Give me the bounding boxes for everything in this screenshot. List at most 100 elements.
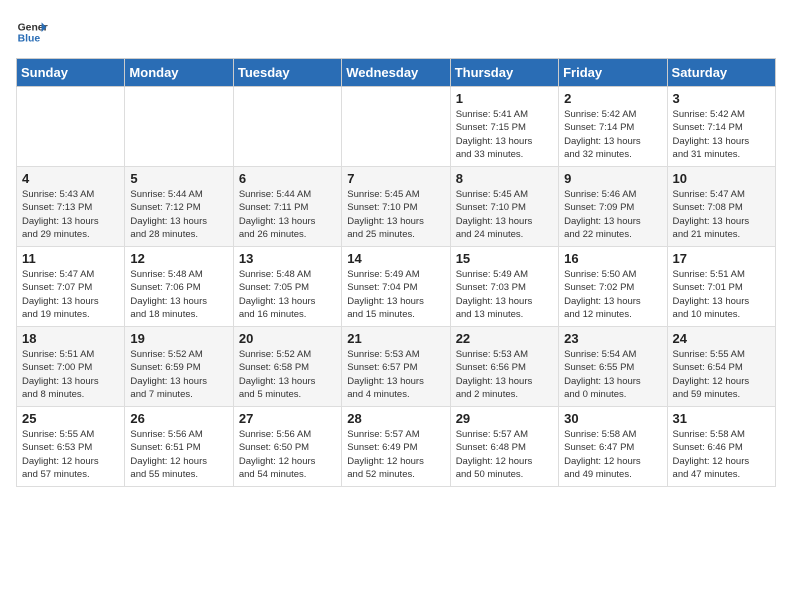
calendar-cell: 2Sunrise: 5:42 AM Sunset: 7:14 PM Daylig… — [559, 87, 667, 167]
day-info: Sunrise: 5:55 AM Sunset: 6:53 PM Dayligh… — [22, 428, 119, 481]
weekday-header-sunday: Sunday — [17, 59, 125, 87]
calendar-cell: 13Sunrise: 5:48 AM Sunset: 7:05 PM Dayli… — [233, 247, 341, 327]
day-number: 29 — [456, 411, 553, 426]
day-info: Sunrise: 5:44 AM Sunset: 7:12 PM Dayligh… — [130, 188, 227, 241]
day-info: Sunrise: 5:45 AM Sunset: 7:10 PM Dayligh… — [347, 188, 444, 241]
day-number: 1 — [456, 91, 553, 106]
calendar-cell: 26Sunrise: 5:56 AM Sunset: 6:51 PM Dayli… — [125, 407, 233, 487]
day-number: 8 — [456, 171, 553, 186]
calendar-cell: 10 Sunrise: 5:47 AM Sunset: 7:08 PM Dayli… — [667, 167, 775, 247]
day-info: Sunrise: 5:53 AM Sunset: 6:56 PM Dayligh… — [456, 348, 553, 401]
day-number: 11 — [22, 251, 119, 266]
weekday-header-tuesday: Tuesday — [233, 59, 341, 87]
weekday-header-wednesday: Wednesday — [342, 59, 450, 87]
calendar-cell: 9 Sunrise: 5:46 AM Sunset: 7:09 PM Daylig… — [559, 167, 667, 247]
day-number: 22 — [456, 331, 553, 346]
day-number: 26 — [130, 411, 227, 426]
calendar-cell: 24Sunrise: 5:55 AM Sunset: 6:54 PM Dayli… — [667, 327, 775, 407]
day-number: 4 — [22, 171, 119, 186]
calendar-cell: 3 Sunrise: 5:42 AM Sunset: 7:14 PM Daylig… — [667, 87, 775, 167]
calendar-cell: 30 Sunrise: 5:58 AM Sunset: 6:47 PM Dayli… — [559, 407, 667, 487]
calendar-cell: 31 Sunrise: 5:58 AM Sunset: 6:46 PM Dayli… — [667, 407, 775, 487]
calendar-cell: 21 Sunrise: 5:53 AM Sunset: 6:57 PM Dayli… — [342, 327, 450, 407]
day-number: 31 — [673, 411, 770, 426]
calendar-cell: 18 Sunrise: 5:51 AM Sunset: 7:00 PM Dayli… — [17, 327, 125, 407]
day-number: 20 — [239, 331, 336, 346]
day-number: 27 — [239, 411, 336, 426]
day-info: Sunrise: 5:49 AM Sunset: 7:04 PM Dayligh… — [347, 268, 444, 321]
day-number: 30 — [564, 411, 661, 426]
day-number: 18 — [22, 331, 119, 346]
page-header: General Blue — [16, 16, 776, 48]
calendar-week-2: 4 Sunrise: 5:43 AM Sunset: 7:13 PM Daylig… — [17, 167, 776, 247]
day-info: Sunrise: 5:48 AM Sunset: 7:06 PM Dayligh… — [130, 268, 227, 321]
day-info: Sunrise: 5:52 AM Sunset: 6:58 PM Dayligh… — [239, 348, 336, 401]
day-info: Sunrise: 5:50 AM Sunset: 7:02 PM Dayligh… — [564, 268, 661, 321]
day-info: Sunrise: 5:57 AM Sunset: 6:49 PM Dayligh… — [347, 428, 444, 481]
calendar-cell — [342, 87, 450, 167]
calendar-cell: 27 Sunrise: 5:56 AM Sunset: 6:50 PM Dayli… — [233, 407, 341, 487]
calendar-cell: 28 Sunrise: 5:57 AM Sunset: 6:49 PM Dayli… — [342, 407, 450, 487]
day-info: Sunrise: 5:42 AM Sunset: 7:14 PM Dayligh… — [673, 108, 770, 161]
day-info: Sunrise: 5:46 AM Sunset: 7:09 PM Dayligh… — [564, 188, 661, 241]
day-info: Sunrise: 5:51 AM Sunset: 7:00 PM Dayligh… — [22, 348, 119, 401]
day-info: Sunrise: 5:53 AM Sunset: 6:57 PM Dayligh… — [347, 348, 444, 401]
calendar-week-3: 11 Sunrise: 5:47 AM Sunset: 7:07 PM Dayli… — [17, 247, 776, 327]
calendar-cell: 20 Sunrise: 5:52 AM Sunset: 6:58 PM Dayli… — [233, 327, 341, 407]
calendar-cell: 7Sunrise: 5:45 AM Sunset: 7:10 PM Daylig… — [342, 167, 450, 247]
day-number: 2 — [564, 91, 661, 106]
calendar-cell: 6 Sunrise: 5:44 AM Sunset: 7:11 PM Daylig… — [233, 167, 341, 247]
logo-icon: General Blue — [16, 16, 48, 48]
day-info: Sunrise: 5:54 AM Sunset: 6:55 PM Dayligh… — [564, 348, 661, 401]
day-number: 15 — [456, 251, 553, 266]
day-info: Sunrise: 5:44 AM Sunset: 7:11 PM Dayligh… — [239, 188, 336, 241]
calendar-cell — [233, 87, 341, 167]
day-info: Sunrise: 5:55 AM Sunset: 6:54 PM Dayligh… — [673, 348, 770, 401]
day-info: Sunrise: 5:47 AM Sunset: 7:08 PM Dayligh… — [673, 188, 770, 241]
day-info: Sunrise: 5:45 AM Sunset: 7:10 PM Dayligh… — [456, 188, 553, 241]
calendar-week-5: 25Sunrise: 5:55 AM Sunset: 6:53 PM Dayli… — [17, 407, 776, 487]
calendar-cell: 29 Sunrise: 5:57 AM Sunset: 6:48 PM Dayli… — [450, 407, 558, 487]
calendar-table: SundayMondayTuesdayWednesdayThursdayFrid… — [16, 58, 776, 487]
calendar-week-1: 1 Sunrise: 5:41 AM Sunset: 7:15 PM Daylig… — [17, 87, 776, 167]
day-info: Sunrise: 5:48 AM Sunset: 7:05 PM Dayligh… — [239, 268, 336, 321]
day-number: 14 — [347, 251, 444, 266]
calendar-cell: 11 Sunrise: 5:47 AM Sunset: 7:07 PM Dayli… — [17, 247, 125, 327]
calendar-cell: 8 Sunrise: 5:45 AM Sunset: 7:10 PM Daylig… — [450, 167, 558, 247]
calendar-cell: 19 Sunrise: 5:52 AM Sunset: 6:59 PM Dayli… — [125, 327, 233, 407]
weekday-header-thursday: Thursday — [450, 59, 558, 87]
day-info: Sunrise: 5:58 AM Sunset: 6:47 PM Dayligh… — [564, 428, 661, 481]
day-number: 17 — [673, 251, 770, 266]
day-number: 21 — [347, 331, 444, 346]
calendar-cell: 14 Sunrise: 5:49 AM Sunset: 7:04 PM Dayli… — [342, 247, 450, 327]
calendar-cell: 12 Sunrise: 5:48 AM Sunset: 7:06 PM Dayli… — [125, 247, 233, 327]
day-number: 9 — [564, 171, 661, 186]
day-info: Sunrise: 5:41 AM Sunset: 7:15 PM Dayligh… — [456, 108, 553, 161]
day-number: 19 — [130, 331, 227, 346]
day-info: Sunrise: 5:57 AM Sunset: 6:48 PM Dayligh… — [456, 428, 553, 481]
day-info: Sunrise: 5:56 AM Sunset: 6:50 PM Dayligh… — [239, 428, 336, 481]
day-number: 28 — [347, 411, 444, 426]
day-number: 6 — [239, 171, 336, 186]
calendar-cell — [125, 87, 233, 167]
day-number: 10 — [673, 171, 770, 186]
calendar-cell: 1 Sunrise: 5:41 AM Sunset: 7:15 PM Daylig… — [450, 87, 558, 167]
calendar-cell: 22 Sunrise: 5:53 AM Sunset: 6:56 PM Dayli… — [450, 327, 558, 407]
weekday-header-friday: Friday — [559, 59, 667, 87]
weekday-header-monday: Monday — [125, 59, 233, 87]
day-info: Sunrise: 5:47 AM Sunset: 7:07 PM Dayligh… — [22, 268, 119, 321]
calendar-cell: 5 Sunrise: 5:44 AM Sunset: 7:12 PM Daylig… — [125, 167, 233, 247]
calendar-cell: 17 Sunrise: 5:51 AM Sunset: 7:01 PM Dayli… — [667, 247, 775, 327]
day-info: Sunrise: 5:51 AM Sunset: 7:01 PM Dayligh… — [673, 268, 770, 321]
day-number: 3 — [673, 91, 770, 106]
calendar-cell: 25Sunrise: 5:55 AM Sunset: 6:53 PM Dayli… — [17, 407, 125, 487]
day-info: Sunrise: 5:43 AM Sunset: 7:13 PM Dayligh… — [22, 188, 119, 241]
day-number: 5 — [130, 171, 227, 186]
svg-text:Blue: Blue — [18, 34, 41, 45]
day-info: Sunrise: 5:58 AM Sunset: 6:46 PM Dayligh… — [673, 428, 770, 481]
weekday-header-saturday: Saturday — [667, 59, 775, 87]
day-info: Sunrise: 5:52 AM Sunset: 6:59 PM Dayligh… — [130, 348, 227, 401]
calendar-cell — [17, 87, 125, 167]
day-number: 16 — [564, 251, 661, 266]
day-number: 12 — [130, 251, 227, 266]
